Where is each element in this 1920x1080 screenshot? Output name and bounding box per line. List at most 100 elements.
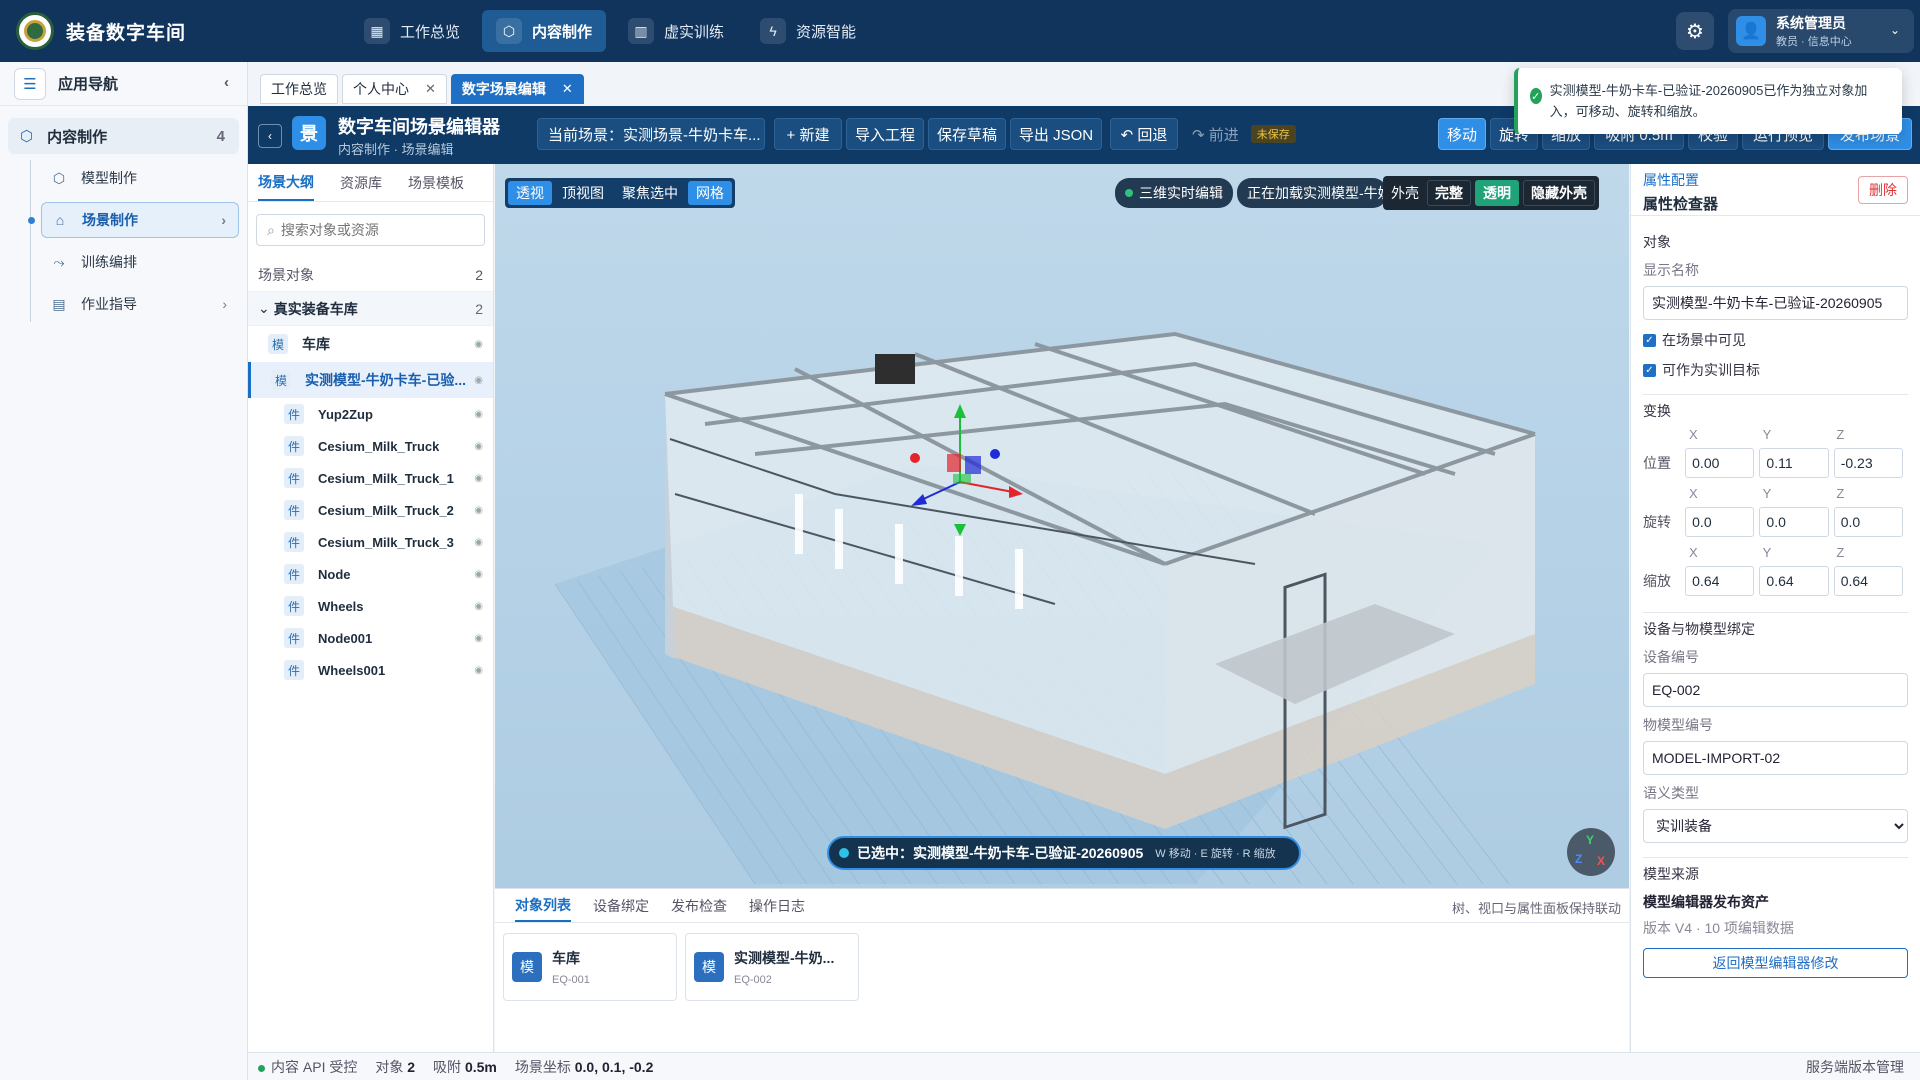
close-icon[interactable]: ✕: [562, 81, 573, 97]
visibility-icon[interactable]: ◉: [474, 409, 483, 420]
scale-x-input[interactable]: 0.64: [1685, 566, 1755, 596]
rotation-y-input[interactable]: 0.0: [1759, 507, 1829, 537]
user-name: 系统管理员: [1776, 15, 1846, 31]
route-icon: ⤳: [53, 253, 65, 270]
tab-scene-editor[interactable]: 数字场景编辑 ✕: [450, 74, 584, 104]
3d-viewport[interactable]: 透视 顶视图 聚焦选中 网格 三维实时编辑 正在加载实测模型-牛奶卡车 外壳 完…: [495, 164, 1629, 888]
back-arrow-icon[interactable]: ‹: [258, 124, 282, 148]
tree-object-milk-truck[interactable]: 模 实测模型-牛奶卡车-已验... ◉: [248, 362, 493, 398]
visibility-icon[interactable]: ◉: [474, 633, 483, 644]
object-card-garage[interactable]: 模 车库 EQ-001: [503, 933, 677, 1001]
current-scene-select[interactable]: 当前场景：实测场景-牛奶卡车...: [537, 118, 765, 150]
tree-child-item[interactable]: 件 Node001 ◉: [248, 622, 493, 654]
axis-orientation-gizmo[interactable]: Y Z X: [1567, 828, 1615, 876]
device-code-input[interactable]: [1652, 682, 1907, 698]
shell-full-button[interactable]: 完整: [1427, 180, 1471, 206]
import-button[interactable]: 导入工程: [846, 118, 924, 150]
perspective-button[interactable]: 透视: [508, 181, 552, 205]
export-json-button[interactable]: 导出 JSON: [1010, 118, 1102, 150]
shell-transparent-button[interactable]: 透明: [1475, 180, 1519, 206]
tab-object-list[interactable]: 对象列表: [515, 889, 571, 922]
tree-child-item[interactable]: 件 Cesium_Milk_Truck_3 ◉: [248, 526, 493, 558]
collapse-chevron-icon[interactable]: ‹: [224, 74, 229, 91]
scale-z-input[interactable]: 0.64: [1833, 566, 1903, 596]
sidebar-item-scene[interactable]: ⌂ 场景制作 ›: [28, 202, 239, 238]
top-view-button[interactable]: 顶视图: [554, 181, 612, 205]
tab-templates[interactable]: 场景模板: [408, 164, 464, 201]
visibility-icon[interactable]: ◉: [474, 665, 483, 676]
sidebar-item-label: 作业指导: [81, 296, 137, 312]
redo-button[interactable]: ↷ 前进 未保存: [1182, 118, 1332, 150]
tree-child-item[interactable]: 件 Cesium_Milk_Truck ◉: [248, 430, 493, 462]
sidebar-group-content[interactable]: ⬡ 内容制作 4: [8, 118, 239, 154]
tab-overview[interactable]: 工作总览: [260, 74, 338, 104]
visibility-icon[interactable]: ◉: [474, 505, 483, 516]
visible-checkbox[interactable]: ✓ 在场景中可见: [1643, 330, 1908, 350]
group-row[interactable]: ⌄ 真实装备车库 2: [248, 292, 493, 326]
tree-child-item[interactable]: 件 Cesium_Milk_Truck_1 ◉: [248, 462, 493, 494]
part-tag: 件: [284, 660, 304, 680]
visibility-icon[interactable]: ◉: [474, 339, 483, 350]
visibility-icon[interactable]: ◉: [474, 601, 483, 612]
tab-profile[interactable]: 个人中心 ✕: [342, 74, 447, 104]
visibility-icon[interactable]: ◉: [474, 375, 483, 386]
focus-selected-button[interactable]: 聚焦选中: [614, 181, 686, 205]
model-tag: 模: [512, 952, 542, 982]
object-card-milk-truck[interactable]: 模 实测模型-牛奶... EQ-002: [685, 933, 859, 1001]
topnav-resources[interactable]: ϟ 资源智能: [746, 10, 870, 52]
new-button[interactable]: + 新建: [774, 118, 842, 150]
tree-child-item[interactable]: 件 Yup2Zup ◉: [248, 398, 493, 430]
source-title: 模型编辑器发布资产: [1643, 894, 1769, 910]
visibility-icon[interactable]: ◉: [474, 569, 483, 580]
move-label: 移动: [1447, 126, 1478, 144]
topnav-overview[interactable]: ▦ 工作总览: [350, 10, 474, 52]
tree-child-item[interactable]: 件 Node ◉: [248, 558, 493, 590]
position-y-input[interactable]: 0.11: [1759, 448, 1829, 478]
sidebar-item-guide[interactable]: ▤ 作业指导 ›: [41, 286, 239, 322]
visibility-icon[interactable]: ◉: [474, 441, 483, 452]
user-menu[interactable]: 👤 系统管理员 教员 · 信息中心 ⌄: [1728, 9, 1914, 53]
settings-gear-icon[interactable]: ⚙: [1676, 12, 1714, 50]
search-input[interactable]: [280, 222, 471, 238]
tab-device-binding[interactable]: 设备绑定: [593, 889, 649, 922]
sidebar-item-model[interactable]: ⬡ 模型制作: [41, 160, 239, 196]
tab-publish-check[interactable]: 发布检查: [671, 889, 727, 922]
tab-library[interactable]: 资源库: [340, 164, 382, 201]
display-name-input[interactable]: [1652, 295, 1907, 311]
position-x-input[interactable]: 0.00: [1685, 448, 1755, 478]
sidebar-item-label: 模型制作: [81, 170, 137, 186]
group-label: 真实装备车库: [273, 300, 358, 317]
position-z-input[interactable]: -0.23: [1833, 448, 1903, 478]
tree-object-garage[interactable]: 模 车库 ◉: [248, 326, 493, 362]
training-target-checkbox[interactable]: ✓ 可作为实训目标: [1643, 360, 1908, 380]
undo-label: ↶ 回退: [1120, 126, 1168, 144]
tree-child-item[interactable]: 件 Wheels001 ◉: [248, 654, 493, 686]
tree-child-item[interactable]: 件 Cesium_Milk_Truck_2 ◉: [248, 494, 493, 526]
save-draft-button[interactable]: 保存草稿: [928, 118, 1006, 150]
scene-badge: 景: [292, 116, 326, 150]
move-button[interactable]: 移动: [1438, 118, 1486, 150]
semantic-type-select[interactable]: 实训装备: [1652, 817, 1907, 835]
undo-button[interactable]: ↶ 回退: [1110, 118, 1178, 150]
close-icon[interactable]: ✕: [425, 81, 436, 97]
tree-child-item[interactable]: 件 Wheels ◉: [248, 590, 493, 622]
visibility-icon[interactable]: ◉: [474, 537, 483, 548]
scale-y-input[interactable]: 0.64: [1759, 566, 1829, 596]
tab-outline[interactable]: 场景大纲: [258, 164, 314, 201]
visibility-icon[interactable]: ◉: [474, 473, 483, 484]
topnav-content[interactable]: ⬡ 内容制作: [482, 10, 607, 52]
tab-operation-log[interactable]: 操作日志: [749, 889, 805, 922]
shell-hide-button[interactable]: 隐藏外壳: [1523, 180, 1595, 206]
topnav-training[interactable]: ▥ 虚实训练: [614, 10, 738, 52]
rotation-z-input[interactable]: 0.0: [1833, 507, 1903, 537]
model-code-input[interactable]: [1652, 750, 1907, 766]
status-dot: [258, 1064, 265, 1072]
grid-toggle-button[interactable]: 网格: [688, 181, 732, 205]
back-to-model-editor-button[interactable]: 返回模型编辑器修改: [1643, 948, 1908, 978]
status-dot: [1125, 189, 1133, 197]
menu-icon[interactable]: ☰: [14, 67, 46, 100]
delete-button[interactable]: 删除: [1858, 176, 1908, 204]
rotation-x-input[interactable]: 0.0: [1685, 507, 1755, 537]
z-label: Z: [1836, 486, 1845, 501]
sidebar-item-training[interactable]: ⤳ 训练编排: [41, 244, 239, 280]
